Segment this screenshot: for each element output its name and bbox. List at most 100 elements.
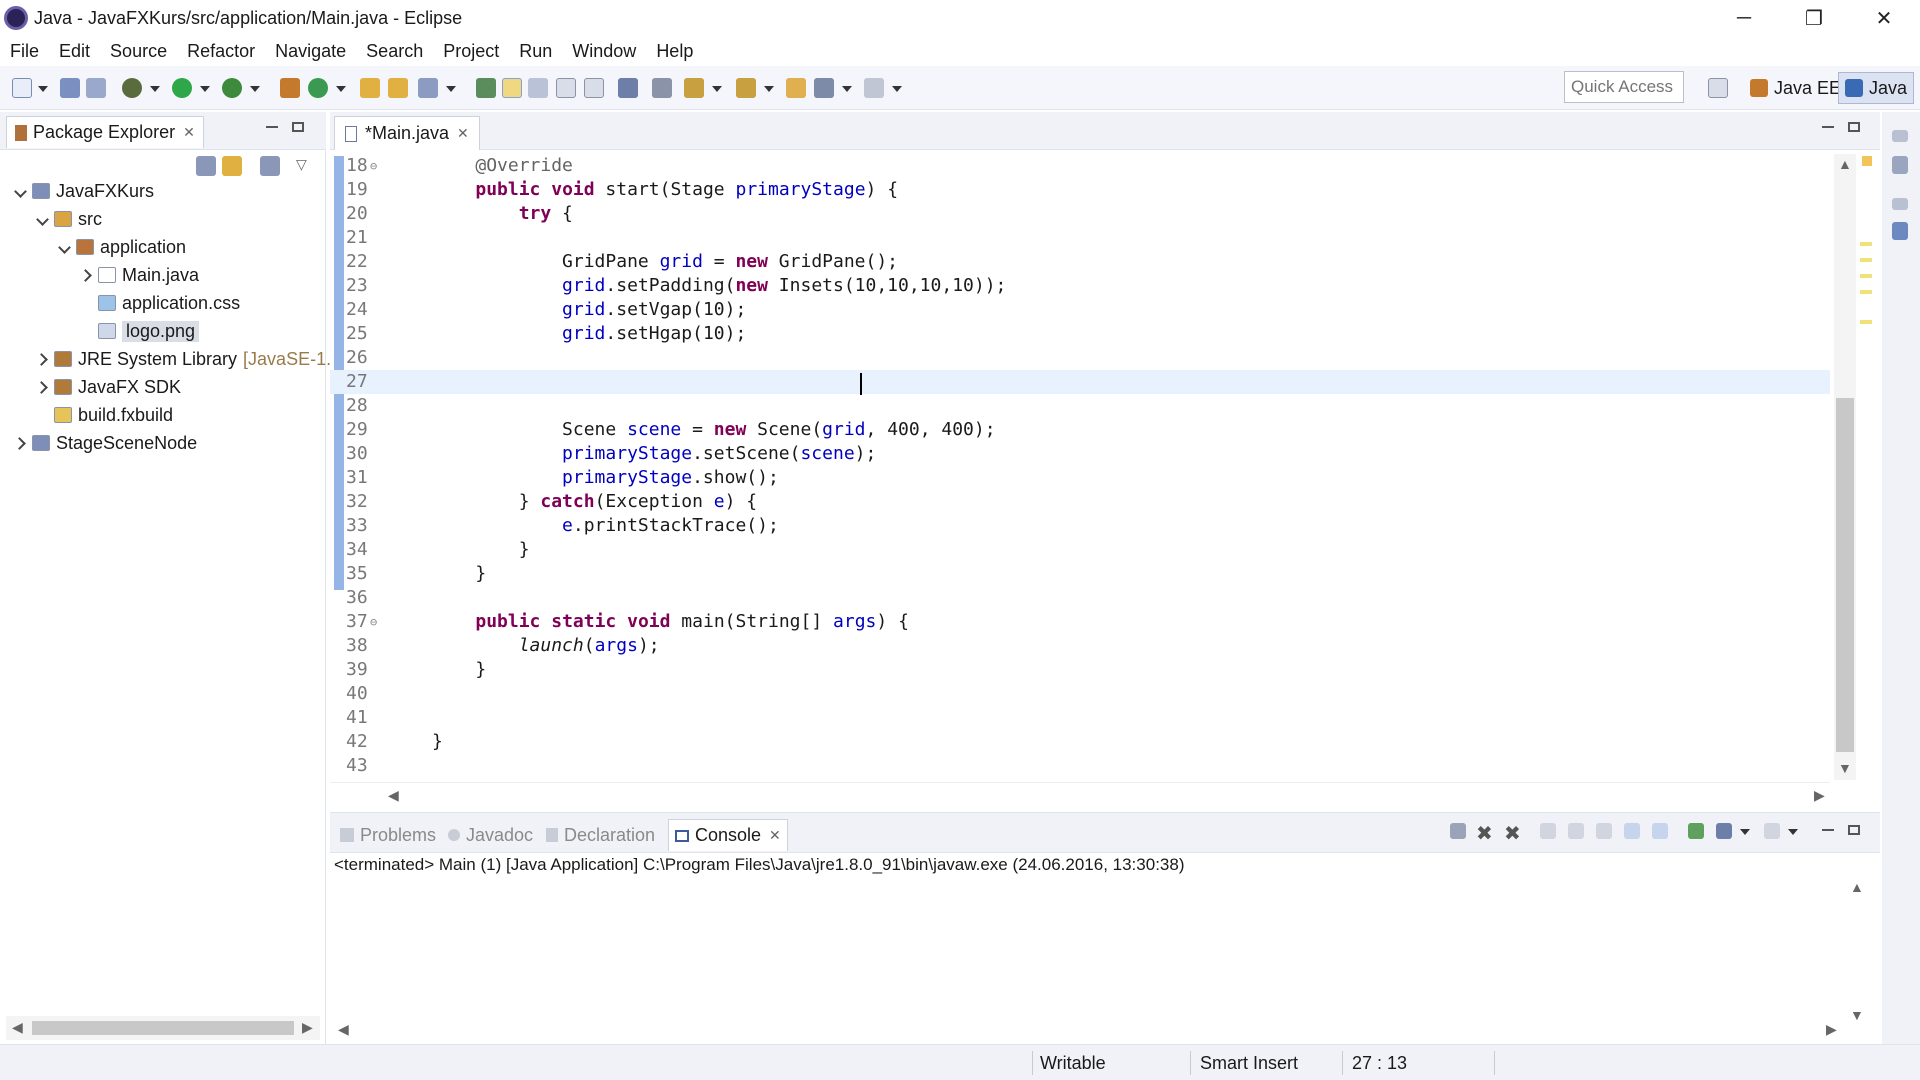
save-icon[interactable] (60, 78, 80, 98)
overview-occurrence-marker[interactable] (1860, 242, 1872, 246)
code-line[interactable]: 34 } (330, 538, 1830, 562)
menu-refactor[interactable]: Refactor (177, 41, 265, 62)
overview-occurrence-marker[interactable] (1860, 320, 1872, 324)
menu-search[interactable]: Search (356, 41, 433, 62)
search-icon[interactable] (418, 78, 438, 98)
scroll-thumb[interactable] (32, 1021, 294, 1035)
tree-item[interactable]: application (58, 234, 186, 260)
open-console-dropdown-icon[interactable] (1788, 829, 1798, 835)
code-line[interactable]: 42} (330, 730, 1830, 754)
expand-toggle-icon[interactable] (14, 184, 28, 198)
run-icon[interactable] (172, 78, 192, 98)
menu-navigate[interactable]: Navigate (265, 41, 356, 62)
scroll-down-icon[interactable]: ▼ (1850, 1007, 1864, 1023)
open-type-icon[interactable] (360, 78, 380, 98)
code-line[interactable]: 28 (330, 394, 1830, 418)
external-tools-dropdown-icon[interactable] (250, 86, 260, 92)
display-selected-console-icon[interactable] (1716, 823, 1732, 839)
expand-toggle-icon[interactable] (58, 240, 72, 254)
menu-edit[interactable]: Edit (49, 41, 100, 62)
terminate-icon[interactable] (1450, 823, 1466, 839)
overview-occurrence-marker[interactable] (1860, 258, 1872, 262)
tab-declaration[interactable]: Declaration (540, 819, 661, 851)
fold-toggle-icon[interactable]: ⊖ (370, 610, 377, 634)
tab-problems[interactable]: Problems (334, 819, 442, 851)
expand-toggle-icon[interactable] (36, 352, 50, 366)
code-line[interactable]: 33 e.printStackTrace(); (330, 514, 1830, 538)
code-line[interactable]: 41 (330, 706, 1830, 730)
minimize-editor-icon[interactable] (1822, 126, 1834, 128)
code-line[interactable]: 40 (330, 682, 1830, 706)
close-tab-icon[interactable]: ✕ (183, 124, 195, 141)
console-horizontal-scrollbar[interactable]: ◀ ▶ (330, 1019, 1840, 1043)
code-line[interactable]: 21 (330, 226, 1830, 250)
new-file-icon[interactable] (12, 78, 32, 98)
expand-toggle-icon[interactable] (36, 380, 50, 394)
maximize-editor-icon[interactable] (1848, 122, 1860, 132)
code-line[interactable]: 23 grid.setPadding(new Insets(10,10,10,1… (330, 274, 1830, 298)
maximize-view-icon[interactable] (292, 122, 304, 132)
overview-occurrence-marker[interactable] (1860, 274, 1872, 278)
expand-toggle-icon[interactable] (80, 268, 94, 282)
overview-warning-marker[interactable] (1862, 156, 1872, 166)
pin-icon[interactable] (652, 78, 672, 98)
menu-window[interactable]: Window (562, 41, 646, 62)
current-code-line[interactable]: 27 (330, 370, 1830, 394)
next-annotation-icon[interactable] (684, 78, 704, 98)
code-line[interactable]: 31 primaryStage.show(); (330, 466, 1830, 490)
code-line[interactable]: 19 public void start(Stage primaryStage)… (330, 178, 1830, 202)
minimize-button[interactable]: ─ (1714, 0, 1774, 36)
remove-launch-icon[interactable]: ✖ (1476, 821, 1493, 846)
code-line[interactable]: 30 primaryStage.setScene(scene); (330, 442, 1830, 466)
toggle-breadcrumb-icon[interactable] (476, 78, 496, 98)
menu-run[interactable]: Run (509, 41, 562, 62)
status-cursor-position[interactable]: 27 : 13 (1352, 1053, 1407, 1074)
task-list-icon[interactable] (1892, 156, 1908, 174)
perspective-java-ee[interactable]: Java EE (1744, 72, 1847, 104)
code-line[interactable]: 32 } catch(Exception e) { (330, 490, 1830, 514)
previous-annotation-icon[interactable] (736, 78, 756, 98)
tree-item[interactable]: JavaFXKurs (14, 178, 154, 204)
code-line[interactable]: 18 ⊖ @Override (330, 154, 1830, 178)
open-console-icon[interactable] (1764, 823, 1780, 839)
scroll-left-icon[interactable]: ◀ (12, 1019, 23, 1036)
editor-tab-main-java[interactable]: *Main.java ✕ (334, 116, 480, 150)
remove-all-terminated-icon[interactable]: ✖ (1504, 821, 1521, 846)
expand-toggle-icon[interactable] (14, 436, 28, 450)
menu-project[interactable]: Project (433, 41, 509, 62)
tree-item[interactable]: logo.png (80, 318, 200, 344)
pin-console-icon[interactable] (1688, 823, 1704, 839)
search-dropdown-icon[interactable] (446, 86, 456, 92)
maximize-console-icon[interactable] (1848, 825, 1860, 835)
minimize-console-icon[interactable] (1822, 829, 1834, 831)
code-line[interactable]: 36 (330, 586, 1830, 610)
external-tools-icon[interactable] (222, 78, 242, 98)
code-line[interactable]: 35 } (330, 562, 1830, 586)
scroll-up-icon[interactable]: ▲ (1838, 156, 1852, 172)
scroll-up-icon[interactable]: ▲ (1850, 879, 1864, 895)
back-icon[interactable] (814, 78, 834, 98)
code-line[interactable]: 39 } (330, 658, 1830, 682)
menu-help[interactable]: Help (646, 41, 703, 62)
close-editor-tab-icon[interactable]: ✕ (457, 125, 469, 142)
view-menu-icon[interactable]: ▽ (296, 156, 307, 173)
restore-view-icon[interactable] (1892, 198, 1908, 210)
tree-item[interactable]: application.css (80, 290, 240, 316)
scroll-left-icon[interactable]: ◀ (338, 1021, 349, 1038)
back-dropdown-icon[interactable] (842, 86, 852, 92)
forward-icon[interactable] (864, 78, 884, 98)
console-vertical-scrollbar[interactable]: ▲ ▼ (1846, 879, 1866, 1029)
close-button[interactable]: ✕ (1854, 0, 1914, 36)
focus-icon[interactable] (260, 156, 280, 176)
new-class-dropdown-icon[interactable] (336, 86, 346, 92)
code-line[interactable]: 37 ⊖ public static void main(String[] arg… (330, 610, 1830, 634)
last-edit-location-icon[interactable] (786, 78, 806, 98)
link-with-editor-icon[interactable] (222, 156, 242, 176)
code-line[interactable]: 38 launch(args); (330, 634, 1830, 658)
outline-icon[interactable] (1892, 222, 1908, 240)
scroll-right-icon[interactable]: ▶ (1814, 787, 1825, 804)
show-whitespace-icon[interactable] (556, 78, 576, 98)
scroll-right-icon[interactable]: ▶ (1826, 1021, 1837, 1038)
save-all-icon[interactable] (86, 78, 106, 98)
tree-item[interactable]: JavaFX SDK (36, 374, 181, 400)
